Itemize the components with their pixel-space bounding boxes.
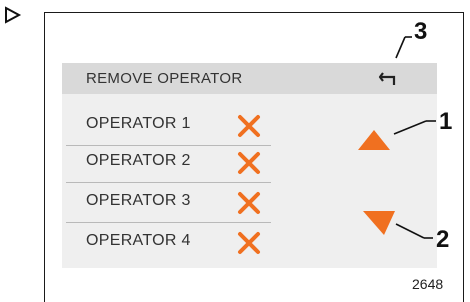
callout-3: 3 (414, 18, 428, 45)
figure-number: 2648 (412, 276, 444, 292)
callout-2: 2 (436, 226, 450, 253)
callout-1: 1 (439, 108, 453, 135)
callout-leader-lines (393, 36, 436, 239)
